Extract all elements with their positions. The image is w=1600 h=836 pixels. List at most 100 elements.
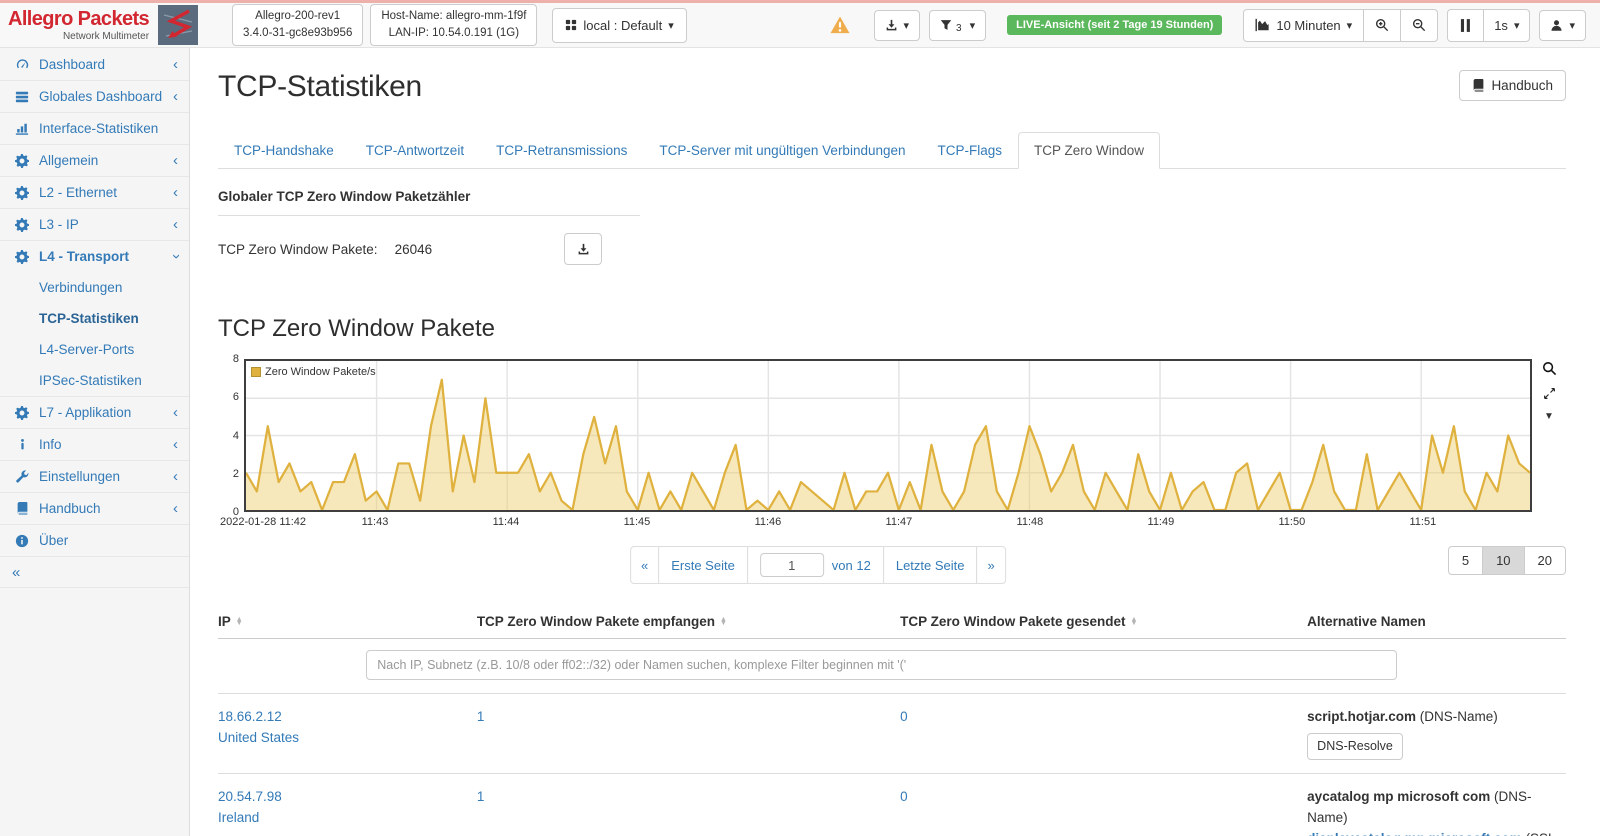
sidebar-item-l7-applikation[interactable]: L7 - Applikation ‹ [0,396,189,428]
sort-icon[interactable]: ▲▼ [1131,618,1138,626]
filter-icon [940,19,952,31]
sidebar-subitem-label: TCP-Statistiken [39,311,139,326]
sidebar-item-label: Interface-Statistiken [39,121,178,136]
pause-button[interactable] [1447,9,1484,42]
page-number-input[interactable] [760,553,824,577]
page-count-label: von 12 [832,558,871,573]
sidebar-item-dashboard[interactable]: Dashboard ‹ [0,48,189,80]
sidebar-item-l2-ethernet[interactable]: L2 - Ethernet ‹ [0,176,189,208]
device-info-box: Allegro-200-rev1 3.4.0-31-gc8e93b956 [232,4,363,47]
pager-next-button[interactable]: » [977,546,1006,584]
sent-link[interactable]: 0 [900,787,1307,808]
ip-link[interactable]: 20.54.7.98 [218,787,477,808]
chart-series [246,361,1530,510]
chart-resize-icon[interactable] [1543,387,1556,400]
x-tick-label: 11:50 [1279,516,1306,528]
ssl-name-link[interactable]: displaycatalog.mp.microsoft.com [1307,831,1522,836]
zoom-in-button[interactable] [1363,9,1401,42]
sent-link[interactable]: 0 [900,707,1307,728]
database-selector-button[interactable]: local : Default ▾ [552,8,686,43]
chart-plot-area[interactable]: Zero Window Pakete/s [244,359,1532,512]
time-range-button[interactable]: 10 Minuten ▾ [1243,9,1364,42]
sidebar-item-info[interactable]: Info ‹ [0,428,189,460]
sidebar-item-allgemein[interactable]: Allgemein ‹ [0,144,189,176]
sidebar-subitem-label: IPSec-Statistiken [39,373,142,388]
chevron-left-icon: ‹ [173,217,178,232]
table-header-sent[interactable]: TCP Zero Window Pakete gesendet ▲▼ [900,614,1307,629]
tab-tcp-antwortzeit[interactable]: TCP-Antwortzeit [350,132,480,169]
alternative-names-cell: script.hotjar.com (DNS-Name) DNS-Resolve [1307,707,1566,760]
sidebar-item-label: Info [39,437,173,452]
tab-tcp-handshake[interactable]: TCP-Handshake [218,132,350,169]
caret-down-icon: ▾ [1569,19,1575,32]
pager-first-button[interactable]: Erste Seite [658,546,748,584]
sidebar-item-ueber[interactable]: Über [0,524,189,556]
sidebar-subitem-verbindungen[interactable]: Verbindungen [0,272,189,303]
tab-tcp-retransmissions[interactable]: TCP-Retransmissions [480,132,643,169]
page-size-10-button[interactable]: 10 [1482,546,1524,575]
filter-button[interactable]: 3 ▾ [929,10,986,41]
sort-icon[interactable]: ▲▼ [236,618,243,626]
download-button[interactable]: ▾ [874,10,921,41]
sidebar-collapse-button[interactable]: « [0,556,189,588]
table-header-alternative-namen: Alternative Namen [1307,614,1566,629]
tab-tcp-flags[interactable]: TCP-Flags [922,132,1019,169]
dns-resolve-button[interactable]: DNS-Resolve [1307,733,1403,760]
tab-tcp-zero-window[interactable]: TCP Zero Window [1018,132,1160,169]
device-model: Allegro-200-rev1 [243,8,352,25]
country-link[interactable]: Ireland [218,808,477,829]
chevron-left-icon: ‹ [173,437,178,452]
refresh-interval-label: 1s [1494,18,1508,33]
received-cell: 1 [477,707,900,760]
search-input[interactable] [366,650,1397,680]
counter-panel-heading: Globaler TCP Zero Window Paketzähler [218,189,640,216]
sidebar-item-globales-dashboard[interactable]: Globales Dashboard ‹ [0,80,189,112]
warning-icon[interactable] [829,15,851,35]
received-link[interactable]: 1 [477,707,900,728]
book-icon [12,502,32,515]
page-size-20-button[interactable]: 20 [1524,546,1566,575]
sidebar-item-handbuch[interactable]: Handbuch ‹ [0,492,189,524]
table-header-ip[interactable]: IP ▲▼ [218,614,477,629]
sort-icon[interactable]: ▲▼ [720,618,727,626]
tab-tcp-server-ungueltige-verbindungen[interactable]: TCP-Server mit ungültigen Verbindungen [643,132,921,169]
zoom-out-button[interactable] [1400,9,1438,42]
user-menu-button[interactable]: ▾ [1539,10,1586,41]
chart-zoom-icon[interactable] [1542,361,1557,376]
ip-cell: 20.54.7.98 Ireland [218,787,477,836]
chevron-left-icon: ‹ [173,405,178,420]
ip-link[interactable]: 18.66.2.12 [218,707,477,728]
download-icon [577,243,590,256]
received-link[interactable]: 1 [477,787,900,808]
book-icon [1472,79,1485,92]
table-row: 20.54.7.98 Ireland 1 0 aycatalog mp micr… [218,773,1566,836]
page-size-5-button[interactable]: 5 [1448,546,1483,575]
country-link[interactable]: United States [218,728,477,749]
pager-prev-button[interactable]: « [630,546,659,584]
handbuch-button[interactable]: Handbuch [1459,70,1566,101]
stacked-bars-icon [12,90,32,104]
counter-download-button[interactable] [564,233,602,265]
sidebar-subitem-l4-server-ports[interactable]: L4-Server-Ports [0,334,189,365]
x-tick-label: 11:49 [1148,516,1175,528]
gear-icon [12,250,32,264]
counter-value: 26046 [395,242,433,257]
tab-bar: TCP-Handshake TCP-Antwortzeit TCP-Retran… [218,132,1566,169]
sidebar-item-interface-statistiken[interactable]: Interface-Statistiken [0,112,189,144]
refresh-interval-button[interactable]: 1s ▾ [1483,9,1530,42]
sidebar-item-l3-ip[interactable]: L3 - IP ‹ [0,208,189,240]
sidebar-subitem-ipsec-statistiken[interactable]: IPSec-Statistiken [0,365,189,396]
pager-last-button[interactable]: Letzte Seite [883,546,978,584]
chart-collapse-icon[interactable]: ▼ [1544,411,1554,422]
collapse-icon: « [12,564,20,581]
table-header-received[interactable]: TCP Zero Window Pakete empfangen ▲▼ [477,614,900,629]
sent-cell: 0 [900,707,1307,760]
download-icon [885,19,898,32]
info-icon [12,438,32,451]
logo[interactable]: Allegro Packets Network Multimeter [0,5,192,45]
sidebar-subitem-tcp-statistiken[interactable]: TCP-Statistiken [0,303,189,334]
sidebar-item-l4-transport[interactable]: L4 - Transport ‹ [0,240,189,272]
sidebar-item-einstellungen[interactable]: Einstellungen ‹ [0,460,189,492]
sidebar-item-label: Über [39,533,178,548]
x-tick-label: 11:44 [493,516,520,528]
